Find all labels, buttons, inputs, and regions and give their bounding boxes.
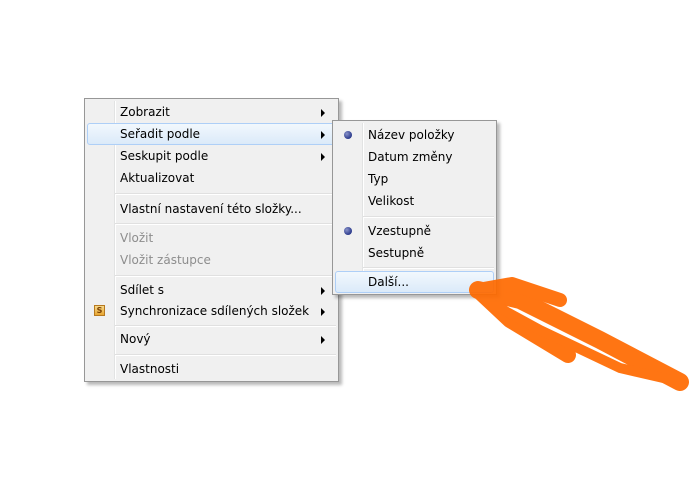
arrow-annotation-icon <box>469 277 689 391</box>
desktop-background: Zobrazit Seřadit podle Seskupit podle Ak… <box>0 0 697 492</box>
